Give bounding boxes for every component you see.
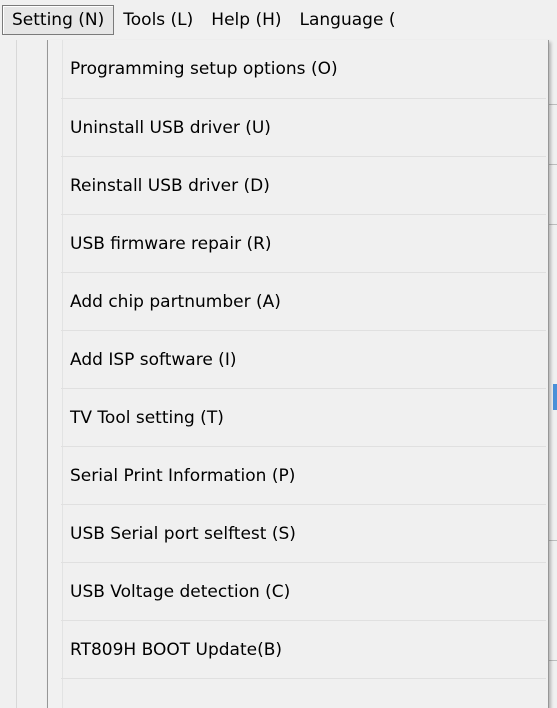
dropdown-item-list: Programming setup options (O) Uninstall … — [61, 40, 546, 679]
menu-item-usb-serial-port-selftest[interactable]: USB Serial port selftest (S) — [61, 505, 546, 563]
menu-item-rt809h-boot-update[interactable]: RT809H BOOT Update(B) — [61, 621, 546, 679]
application-window: Setting (N) Tools (L) Help (H) Language … — [0, 0, 557, 708]
background-divider — [549, 104, 557, 105]
menu-language[interactable]: Language ( — [291, 5, 405, 35]
background-divider — [549, 224, 557, 225]
background-left-panel — [0, 40, 17, 708]
menu-help[interactable]: Help (H) — [202, 5, 290, 35]
menu-item-tv-tool-setting[interactable]: TV Tool setting (T) — [61, 389, 546, 447]
menu-item-uninstall-usb-driver[interactable]: Uninstall USB driver (U) — [61, 99, 546, 157]
menu-item-usb-firmware-repair[interactable]: USB firmware repair (R) — [61, 215, 546, 273]
background-right-panel — [549, 40, 557, 708]
background-divider — [549, 540, 557, 541]
background-divider — [549, 164, 557, 165]
background-divider — [549, 660, 557, 661]
setting-dropdown-menu: Programming setup options (O) Uninstall … — [47, 40, 549, 708]
menu-item-reinstall-usb-driver[interactable]: Reinstall USB driver (D) — [61, 157, 546, 215]
menu-tools[interactable]: Tools (L) — [114, 5, 202, 35]
menu-bar: Setting (N) Tools (L) Help (H) Language … — [0, 0, 557, 40]
background-accent-bar — [553, 384, 557, 410]
menu-item-add-chip-partnumber[interactable]: Add chip partnumber (A) — [61, 273, 546, 331]
menu-setting[interactable]: Setting (N) — [2, 5, 115, 35]
menu-item-serial-print-information[interactable]: Serial Print Information (P) — [61, 447, 546, 505]
menu-item-add-isp-software[interactable]: Add ISP software (I) — [61, 331, 546, 389]
menu-item-programming-setup-options[interactable]: Programming setup options (O) — [61, 40, 546, 99]
menu-item-usb-voltage-detection[interactable]: USB Voltage detection (C) — [61, 563, 546, 621]
